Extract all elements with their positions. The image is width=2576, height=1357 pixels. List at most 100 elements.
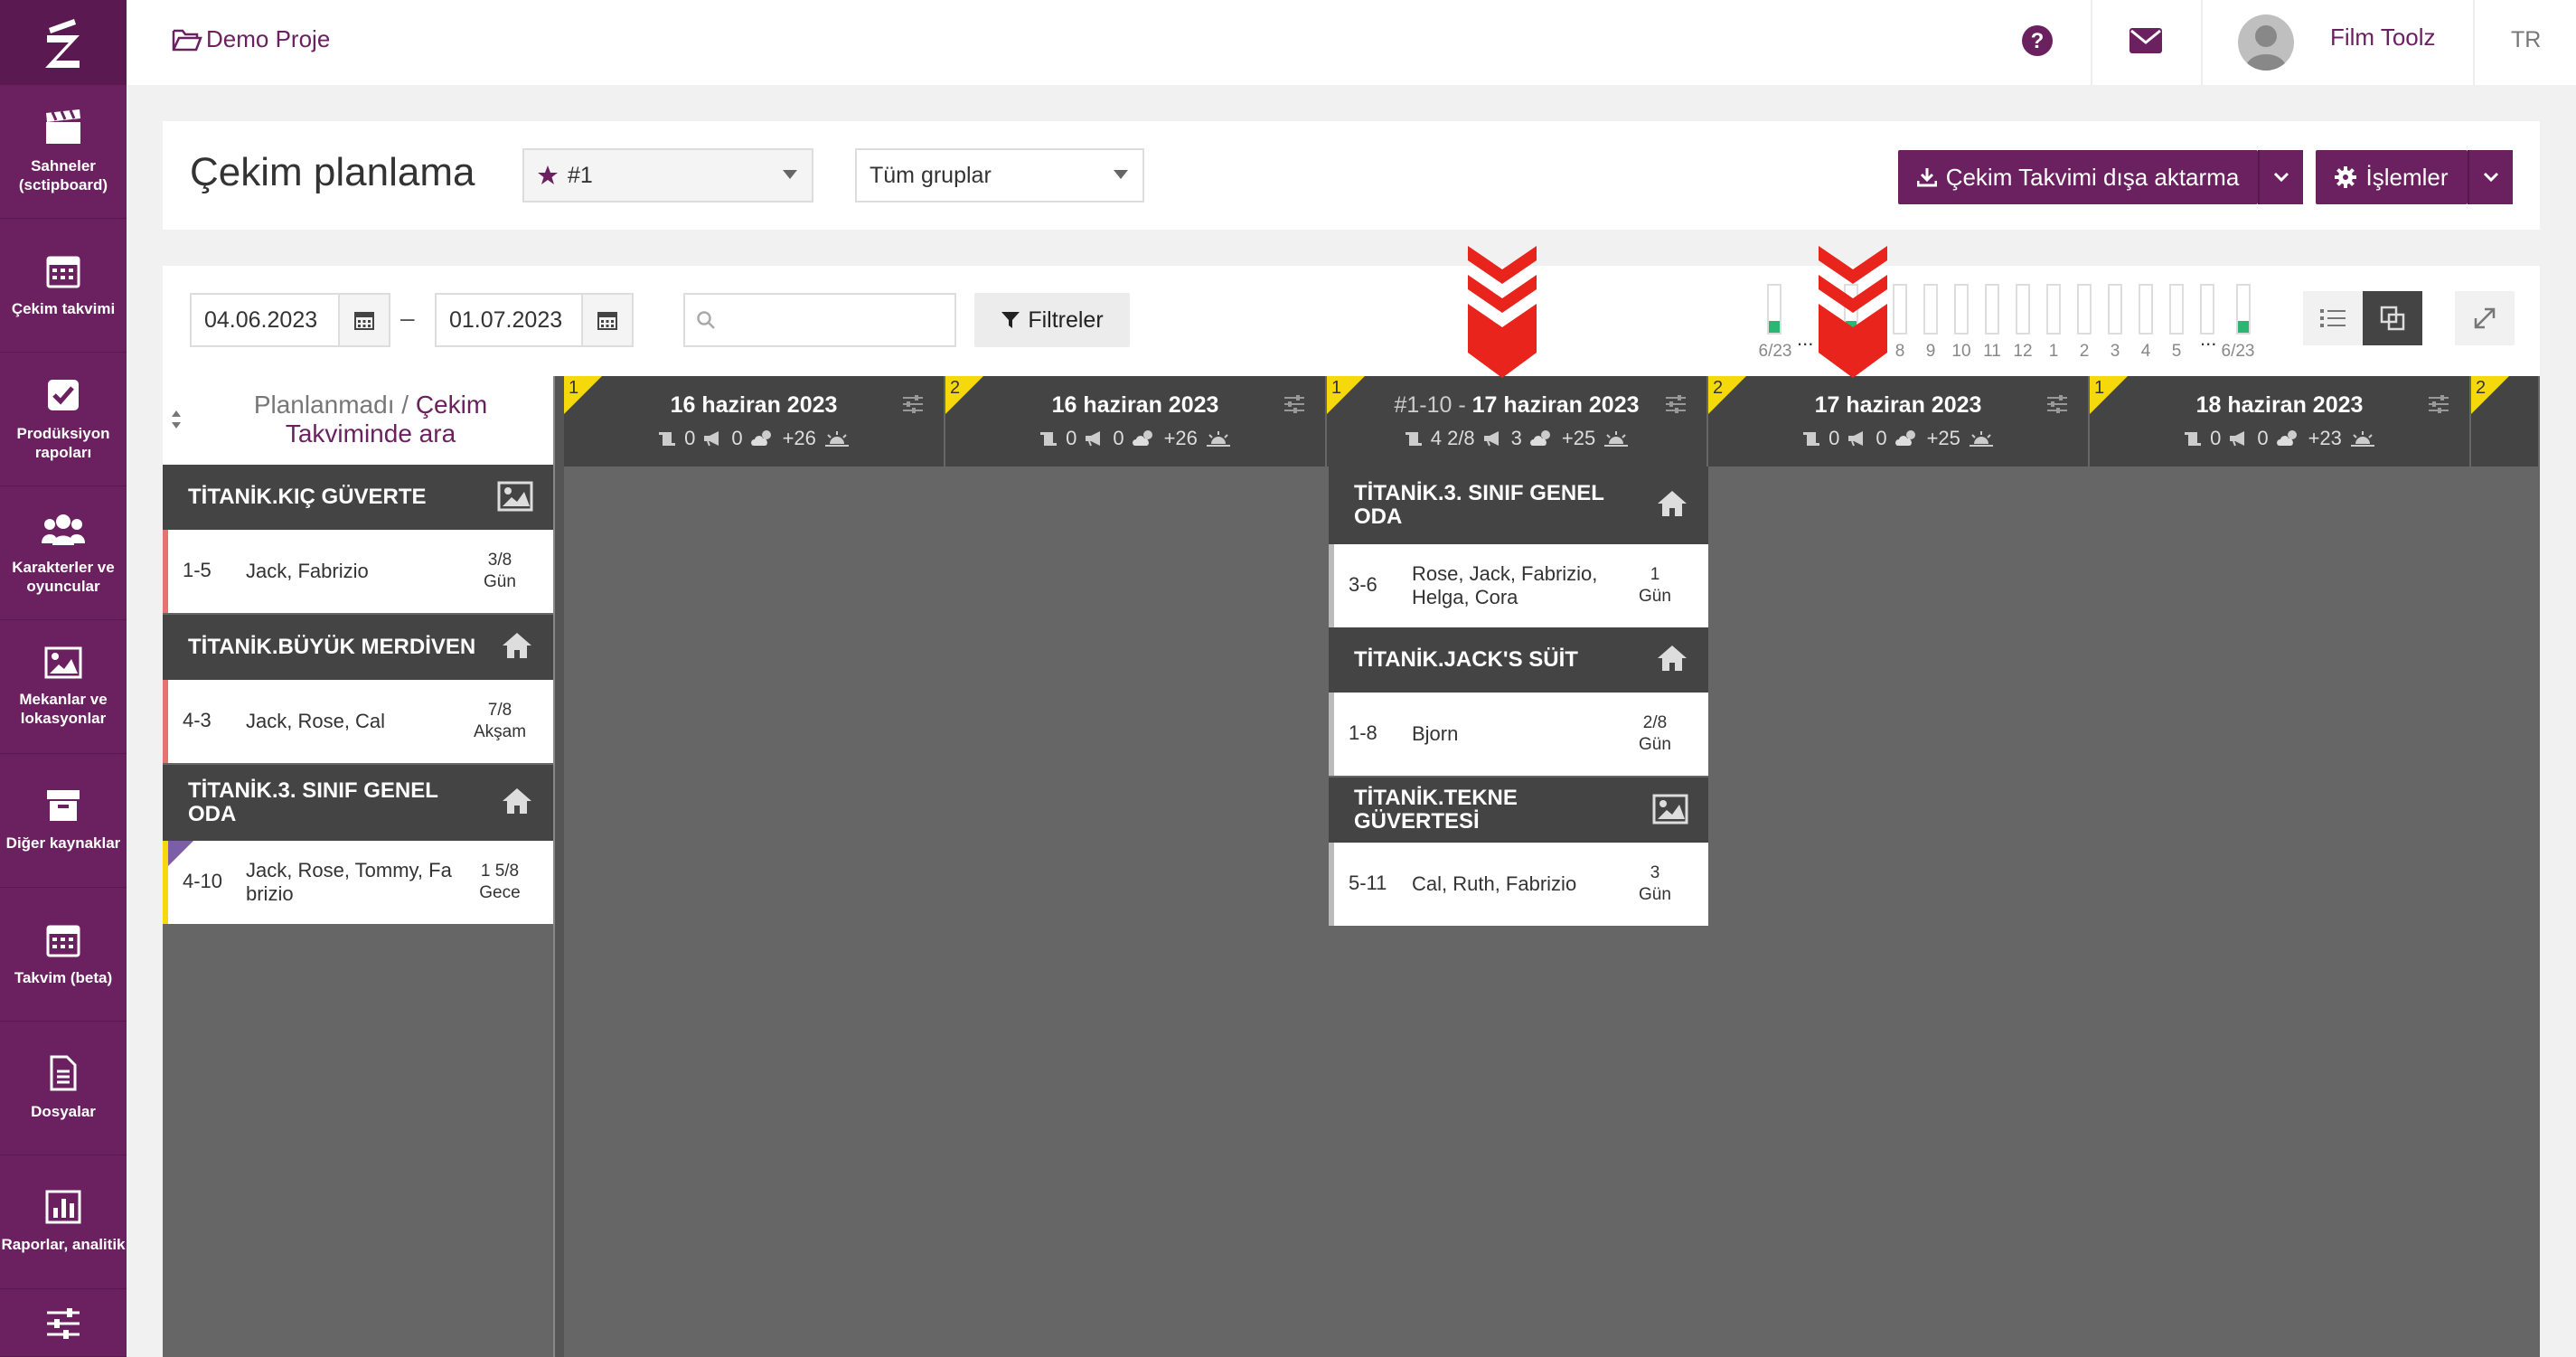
scene-characters: Jack, Rose, Cal [246,710,386,732]
day-column-header[interactable]: 1 #1-10 - 17 haziran 2023 4 2/8 3 +25 [1327,376,1708,466]
location-group-header: TİTANİK.KIÇ GÜVERTE [163,465,553,530]
minimap-day-bar[interactable] [2139,284,2153,335]
sidebar-item-calendar-beta[interactable]: Takvim (beta) [0,888,127,1022]
day-pages: 0 [684,427,696,449]
sidebar-item-locations[interactable]: Mekanlar ve lokasyonlar [0,620,127,754]
chevron-down-icon [783,170,797,179]
calendar-icon[interactable] [581,295,632,345]
group-select[interactable]: Tüm gruplar [855,148,1144,203]
sliders-icon[interactable] [1665,394,1687,414]
sidebar-item-label: Prodüksiyon rapoları [16,424,110,461]
day-column-header[interactable]: 1 16 haziran 2023 0 0 +26 [564,376,945,466]
minimap-day-bar[interactable] [2016,284,2030,335]
calendar-icon[interactable] [338,295,389,345]
sidebar-item-shooting-schedule[interactable]: Çekim takvimi [0,219,127,353]
day-stats: 0 0 +23 [2090,427,2469,450]
megaphone-icon [1483,431,1499,447]
logo-icon [45,19,80,68]
location-group-header: TİTANİK.3. SINIF GENEL ODA [1329,466,1708,544]
minimap-day-bar[interactable] [1985,284,1999,335]
day-column-header[interactable]: 2 16 haziran 2023 0 0 +26 [945,376,1327,466]
sliders-icon[interactable] [2046,394,2068,414]
scene-card[interactable]: 4-10 Jack, Rose, Tommy, Fa brizio 1 5/8 G… [163,841,553,924]
scene-card[interactable]: 3-6 Rose, Jack, Fabrizio, Helga, Cora 1 G… [1329,544,1708,627]
scene-eighths: 3/8 [487,551,512,570]
minimap-day-bar[interactable] [1923,284,1938,335]
help-icon: ? [2022,25,2053,56]
scene-number: 5-11 [1349,872,1387,894]
sidebar-item-label: Raporlar, analitik [1,1236,126,1253]
list-icon [2320,309,2346,327]
home-icon [503,633,531,658]
sidebar-item-reports[interactable]: Raporlar, analitik [0,1155,127,1289]
day-column-header[interactable]: 2 17 haziran 2023 0 0 +25 [1708,376,2090,466]
location-name: TİTANİK.BÜYÜK MERDİVEN [188,635,476,659]
day-column-header[interactable]: 1 18 haziran 2023 0 0 +23 [2090,376,2471,466]
sliders-icon[interactable] [902,394,924,414]
minimap-day-bar[interactable] [2236,284,2251,335]
app-logo[interactable] [0,0,127,85]
project-link[interactable]: Demo Proje [172,25,330,53]
scene-card[interactable]: 5-11 Cal, Ruth, Fabrizio 3 Gün [1329,843,1708,926]
sidebar-item-characters[interactable]: Karakterler ve oyuncular [0,486,127,620]
scene-time-of-day: Gün [484,572,516,591]
export-schedule-button[interactable]: Çekim Takvimi dışa aktarma [1898,150,2258,204]
cloud-sun-icon [750,430,771,446]
minimap-day-bar[interactable] [2108,284,2122,335]
column-splitter[interactable] [553,376,564,1357]
scene-color-bar [163,680,168,763]
schedule-select[interactable]: #1 [522,148,813,203]
scene-card[interactable]: 1-8 Bjorn 2/8 Gün [1329,693,1708,776]
sidebar-item-settings[interactable] [0,1289,127,1357]
search-input[interactable] [683,293,956,347]
day-column-header[interactable]: 2 [2471,376,2540,466]
actions-dropdown-toggle[interactable] [2468,150,2513,204]
home-icon [503,788,531,814]
minimap-end-label: 6/23 [2221,342,2255,361]
archive-icon [47,790,80,821]
filters-button[interactable]: Filtreler [974,293,1130,347]
day-pages: 0 [1066,427,1077,449]
home-icon [1658,491,1687,516]
day-cast-count: +23 [2308,427,2342,449]
sidebar-item-production-reports[interactable]: Prodüksiyon rapoları [0,353,127,486]
scene-card[interactable]: 4-3 Jack, Rose, Cal 7/8 Akşam [163,680,553,763]
day-stats: 0 0 +26 [564,427,944,450]
scene-color-bar [1329,693,1334,776]
export-button-label: Çekim Takvimi dışa aktarma [1945,163,2240,191]
minimap-day-bar[interactable] [2077,284,2092,335]
clone-icon [2380,306,2405,331]
help-button[interactable]: ? [2017,20,2058,61]
svg-text:?: ? [2031,29,2045,53]
sidebar-item-files[interactable]: Dosyalar [0,1022,127,1155]
language-switch[interactable]: TR [2511,27,2541,53]
minimap-day-bar[interactable] [1767,284,1782,335]
minimap-day-bar[interactable] [2169,284,2184,335]
scene-characters: Bjorn [1412,722,1459,745]
username[interactable]: Film Toolz [2330,24,2436,52]
sliders-icon[interactable] [2428,394,2449,414]
scene-card[interactable]: 1-5 Jack, Fabrizio 3/8 Gün [163,530,553,613]
date-range-separator: – [400,304,415,332]
sliders-icon[interactable] [1283,394,1305,414]
sidebar-item-other-resources[interactable]: Diğer kaynaklar [0,754,127,888]
actions-button-label: İşlemler [2365,163,2449,191]
list-view-button[interactable] [2303,291,2363,345]
minimap-day-bar[interactable] [1954,284,1969,335]
fullscreen-button[interactable] [2455,291,2515,345]
day-stats: 0 0 +25 [1708,427,2088,450]
export-dropdown-toggle[interactable] [2258,150,2303,204]
messages-button[interactable] [2125,20,2167,61]
sidebar-item-scenes[interactable]: Sahneler (sctipboard) [0,85,127,219]
avatar[interactable] [2238,14,2294,71]
sort-icon[interactable] [170,409,183,430]
date-from-input[interactable]: 04.06.2023 [190,293,390,347]
minimap-day-bar[interactable] [1893,284,1907,335]
date-to-input[interactable]: 01.07.2023 [435,293,634,347]
board-view-button[interactable] [2363,291,2422,345]
day-scenes: 3 [1510,427,1522,449]
minimap-day-bar[interactable] [2046,284,2061,335]
top-bar [127,0,2576,85]
actions-button[interactable]: İşlemler [2316,150,2468,204]
megaphone-icon [2230,431,2245,447]
